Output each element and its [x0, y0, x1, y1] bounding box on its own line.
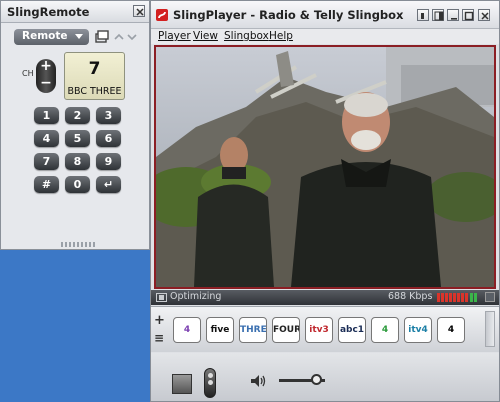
- channel-abc1-button[interactable]: abc1: [338, 317, 366, 343]
- key-2[interactable]: 2: [65, 107, 90, 124]
- add-channel-icon[interactable]: +: [154, 313, 165, 328]
- channel-scrollbar[interactable]: [485, 311, 495, 347]
- channel-number: 7: [88, 59, 101, 79]
- channel-more4-button[interactable]: 4: [371, 317, 399, 343]
- remote-window-title: SlingRemote: [7, 5, 90, 19]
- key-5[interactable]: 5: [65, 130, 90, 147]
- key-8[interactable]: 8: [65, 153, 90, 170]
- channel-three-button[interactable]: THREE: [239, 317, 267, 343]
- up-arrow-icon[interactable]: [114, 32, 124, 42]
- speaker-icon[interactable]: [249, 372, 267, 390]
- dropdown-label: Remote: [22, 30, 68, 42]
- key-7[interactable]: 7: [34, 153, 59, 170]
- show-remote-button[interactable]: [204, 368, 216, 398]
- channel-logo-label: FOUR: [273, 325, 300, 335]
- remote-window: SlingRemote Remote CH + − 7 BBC THREE 1 …: [0, 0, 150, 250]
- split-view-icon[interactable]: [432, 9, 444, 21]
- film-icon: [156, 293, 167, 302]
- channel-down-button[interactable]: −: [36, 75, 56, 91]
- key-1[interactable]: 1: [34, 107, 59, 124]
- channel-logo-label: abc1: [339, 325, 365, 335]
- remote-titlebar[interactable]: SlingRemote: [1, 1, 149, 23]
- key-4[interactable]: 4: [34, 130, 59, 147]
- key-6[interactable]: 6: [96, 130, 121, 147]
- channel-favorites-bar: + ≡ 4 five THREE FOUR itv3 abc1 4 itv4 4: [151, 306, 499, 352]
- channel-4-button[interactable]: 4: [173, 317, 201, 343]
- channel-itv3-button[interactable]: itv3: [305, 317, 333, 343]
- signal-meter-icon: [437, 292, 481, 303]
- channel-display: 7 BBC THREE: [64, 52, 125, 100]
- enter-key[interactable]: ↵: [96, 176, 121, 193]
- video-frame-image: [156, 47, 494, 287]
- channel-logo-label: itv4: [408, 325, 428, 335]
- channel-logo-label: 4: [381, 325, 389, 335]
- key-0[interactable]: 0: [65, 176, 90, 193]
- reorder-icon[interactable]: ≡: [154, 331, 164, 345]
- channel-4-black-button[interactable]: 4: [437, 317, 465, 343]
- app-logo-icon: [156, 9, 168, 21]
- minimize-icon[interactable]: [447, 9, 459, 21]
- key-9[interactable]: 9: [96, 153, 121, 170]
- key-hash[interactable]: #: [34, 176, 59, 193]
- volume-slider-thumb[interactable]: [311, 374, 322, 385]
- remote-type-dropdown[interactable]: Remote: [14, 29, 89, 45]
- video-display[interactable]: [154, 45, 496, 289]
- player-titlebar[interactable]: SlingPlayer - Radio & Telly Slingbox: [151, 1, 499, 29]
- channel-logo-label: 4: [183, 325, 191, 335]
- menu-help[interactable]: Help: [269, 30, 293, 42]
- expand-icon[interactable]: [485, 292, 495, 302]
- close-icon[interactable]: [133, 5, 145, 17]
- key-3[interactable]: 3: [96, 107, 121, 124]
- menu-slingbox[interactable]: Slingbox: [224, 30, 269, 42]
- down-arrow-icon[interactable]: [127, 32, 137, 42]
- chevron-down-icon: [75, 34, 83, 39]
- status-bar: Optimizing 688 Kbps: [151, 290, 499, 305]
- channel-name: BBC THREE: [67, 86, 122, 97]
- channel-five-button[interactable]: five: [206, 317, 234, 343]
- maximize-icon[interactable]: [462, 9, 474, 21]
- channel-bbc-four-button[interactable]: FOUR: [272, 317, 300, 343]
- stop-button[interactable]: [172, 374, 192, 394]
- playback-controls: [151, 353, 499, 401]
- channel-rocker[interactable]: + −: [36, 58, 56, 93]
- ch-label: CH: [22, 69, 34, 78]
- menu-bar: Player View Slingbox Help: [151, 29, 499, 44]
- resize-grip[interactable]: [61, 242, 97, 247]
- close-icon[interactable]: [478, 9, 490, 21]
- bitrate-readout: 688 Kbps: [388, 291, 433, 302]
- compact-view-icon[interactable]: [417, 9, 429, 21]
- channel-up-button[interactable]: +: [36, 58, 56, 74]
- remote-view-icon[interactable]: [95, 30, 109, 44]
- menu-player[interactable]: Player: [158, 30, 191, 42]
- channel-itv4-button[interactable]: itv4: [404, 317, 432, 343]
- channel-logo-label: 4: [447, 325, 455, 335]
- channel-logo-label: five: [210, 325, 230, 335]
- player-window-title: SlingPlayer - Radio & Telly Slingbox: [173, 8, 404, 22]
- channel-logo-label: itv3: [309, 325, 329, 335]
- player-window: SlingPlayer - Radio & Telly Slingbox Pla…: [150, 0, 500, 402]
- status-text: Optimizing: [170, 291, 222, 302]
- menu-view[interactable]: View: [193, 30, 218, 42]
- channel-logo-label: THREE: [240, 325, 267, 335]
